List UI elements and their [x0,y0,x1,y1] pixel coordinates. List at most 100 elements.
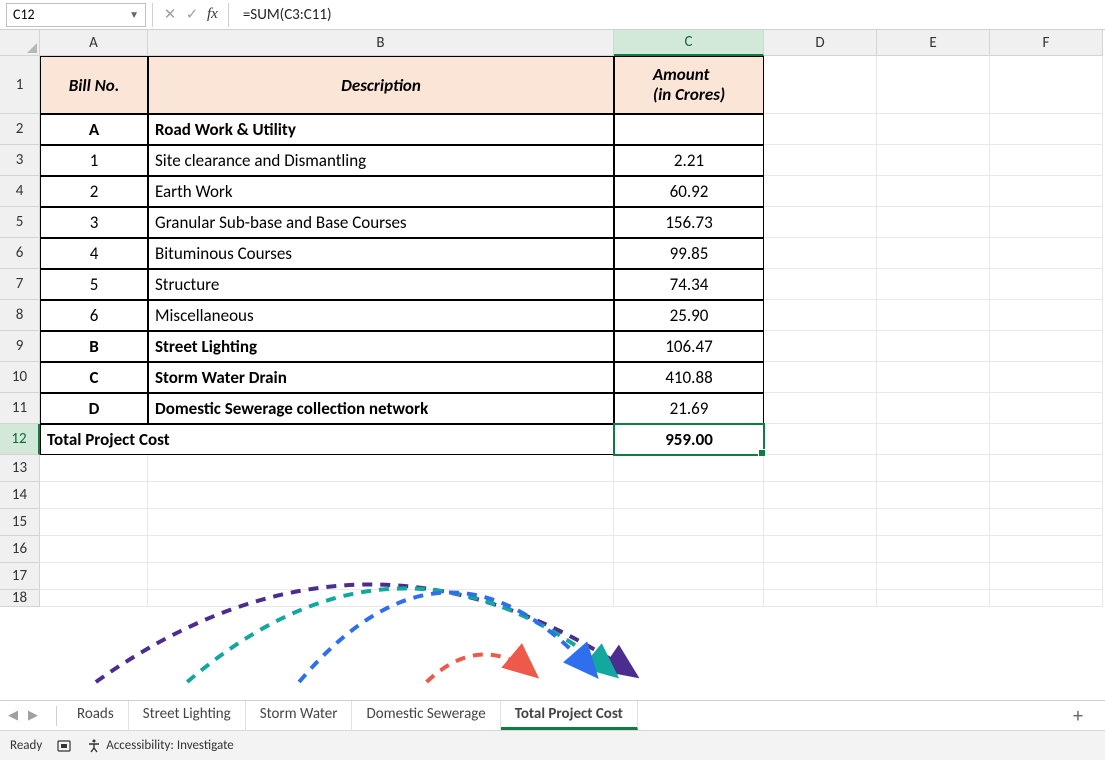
empty-cell[interactable] [877,509,990,536]
cells-area[interactable]: Bill No.DescriptionAmount (in Crores)ARo… [40,56,1103,607]
sheet-tab-roads[interactable]: Roads [63,701,129,730]
empty-cell[interactable] [764,269,877,300]
data-desc-1[interactable]: Site clearance and Dismantling [148,145,614,176]
empty-cell[interactable] [990,509,1103,536]
data-desc-2[interactable]: Earth Work [148,176,614,207]
row-header-6[interactable]: 6 [0,238,40,269]
sheet-tab-street-lighting[interactable]: Street Lighting [129,701,246,730]
empty-cell[interactable] [990,455,1103,482]
empty-cell[interactable] [990,207,1103,238]
empty-cell[interactable] [614,590,764,607]
row-header-9[interactable]: 9 [0,331,40,362]
empty-cell[interactable] [40,590,148,607]
header-description[interactable]: Description [148,56,614,114]
data-bill-4[interactable]: 4 [40,238,148,269]
row-header-2[interactable]: 2 [0,114,40,145]
tab-prev-icon[interactable]: ◀ [8,708,18,723]
empty-cell[interactable] [877,331,990,362]
empty-cell[interactable] [877,238,990,269]
sheet-tab-domestic-sewerage[interactable]: Domestic Sewerage [352,701,500,730]
column-header-D[interactable]: D [764,30,877,56]
row-header-11[interactable]: 11 [0,393,40,424]
empty-cell[interactable] [990,590,1103,607]
empty-cell[interactable] [990,362,1103,393]
empty-cell[interactable] [990,563,1103,590]
empty-cell[interactable] [877,300,990,331]
empty-cell[interactable] [990,424,1103,455]
macro-recorder-icon[interactable] [56,738,72,754]
data-desc-0[interactable]: Road Work & Utility [148,114,614,145]
data-desc-9[interactable]: Domestic Sewerage collection network [148,393,614,424]
empty-cell[interactable] [877,482,990,509]
empty-cell[interactable] [990,269,1103,300]
data-desc-5[interactable]: Structure [148,269,614,300]
empty-cell[interactable] [764,393,877,424]
empty-cell[interactable] [990,176,1103,207]
empty-cell[interactable] [614,509,764,536]
empty-cell[interactable] [877,176,990,207]
empty-cell[interactable] [148,590,614,607]
empty-cell[interactable] [40,455,148,482]
column-header-C[interactable]: C [614,30,764,56]
data-desc-3[interactable]: Granular Sub-base and Base Courses [148,207,614,238]
empty-cell[interactable] [990,300,1103,331]
empty-cell[interactable] [40,563,148,590]
empty-cell[interactable] [614,536,764,563]
empty-cell[interactable] [40,482,148,509]
data-bill-5[interactable]: 5 [40,269,148,300]
empty-cell[interactable] [764,590,877,607]
empty-cell[interactable] [990,482,1103,509]
empty-cell[interactable] [877,56,990,114]
data-desc-4[interactable]: Bituminous Courses [148,238,614,269]
empty-cell[interactable] [148,563,614,590]
empty-cell[interactable] [990,56,1103,114]
empty-cell[interactable] [990,238,1103,269]
empty-cell[interactable] [764,362,877,393]
tab-next-icon[interactable]: ▶ [28,708,38,723]
empty-cell[interactable] [877,269,990,300]
add-sheet-button[interactable]: + [1059,704,1097,728]
data-desc-8[interactable]: Storm Water Drain [148,362,614,393]
data-amt-7[interactable]: 106.47 [614,331,764,362]
row-header-5[interactable]: 5 [0,207,40,238]
column-header-A[interactable]: A [40,30,148,56]
total-label[interactable]: Total Project Cost [40,424,614,455]
row-header-14[interactable]: 14 [0,482,40,509]
empty-cell[interactable] [764,176,877,207]
data-bill-6[interactable]: 6 [40,300,148,331]
data-amt-3[interactable]: 156.73 [614,207,764,238]
data-bill-7[interactable]: B [40,331,148,362]
empty-cell[interactable] [764,238,877,269]
empty-cell[interactable] [614,455,764,482]
header-amount[interactable]: Amount (in Crores) [614,56,764,114]
data-bill-8[interactable]: C [40,362,148,393]
empty-cell[interactable] [990,114,1103,145]
data-bill-1[interactable]: 1 [40,145,148,176]
total-value[interactable]: 959.00 [614,424,764,455]
empty-cell[interactable] [148,509,614,536]
data-amt-5[interactable]: 74.34 [614,269,764,300]
row-header-3[interactable]: 3 [0,145,40,176]
empty-cell[interactable] [877,563,990,590]
empty-cell[interactable] [614,563,764,590]
header-bill-no[interactable]: Bill No. [40,56,148,114]
data-amt-4[interactable]: 99.85 [614,238,764,269]
row-header-1[interactable]: 1 [0,56,40,114]
empty-cell[interactable] [148,536,614,563]
empty-cell[interactable] [764,114,877,145]
empty-cell[interactable] [877,590,990,607]
empty-cell[interactable] [764,207,877,238]
row-header-10[interactable]: 10 [0,362,40,393]
empty-cell[interactable] [764,482,877,509]
empty-cell[interactable] [764,145,877,176]
data-amt-6[interactable]: 25.90 [614,300,764,331]
column-header-B[interactable]: B [148,30,614,56]
empty-cell[interactable] [614,482,764,509]
empty-cell[interactable] [148,455,614,482]
data-desc-6[interactable]: Miscellaneous [148,300,614,331]
formula-input[interactable]: =SUM(C3:C11) [235,6,1099,24]
row-header-15[interactable]: 15 [0,509,40,536]
data-bill-9[interactable]: D [40,393,148,424]
row-header-4[interactable]: 4 [0,176,40,207]
cancel-formula-button[interactable]: ✕ [159,4,181,26]
